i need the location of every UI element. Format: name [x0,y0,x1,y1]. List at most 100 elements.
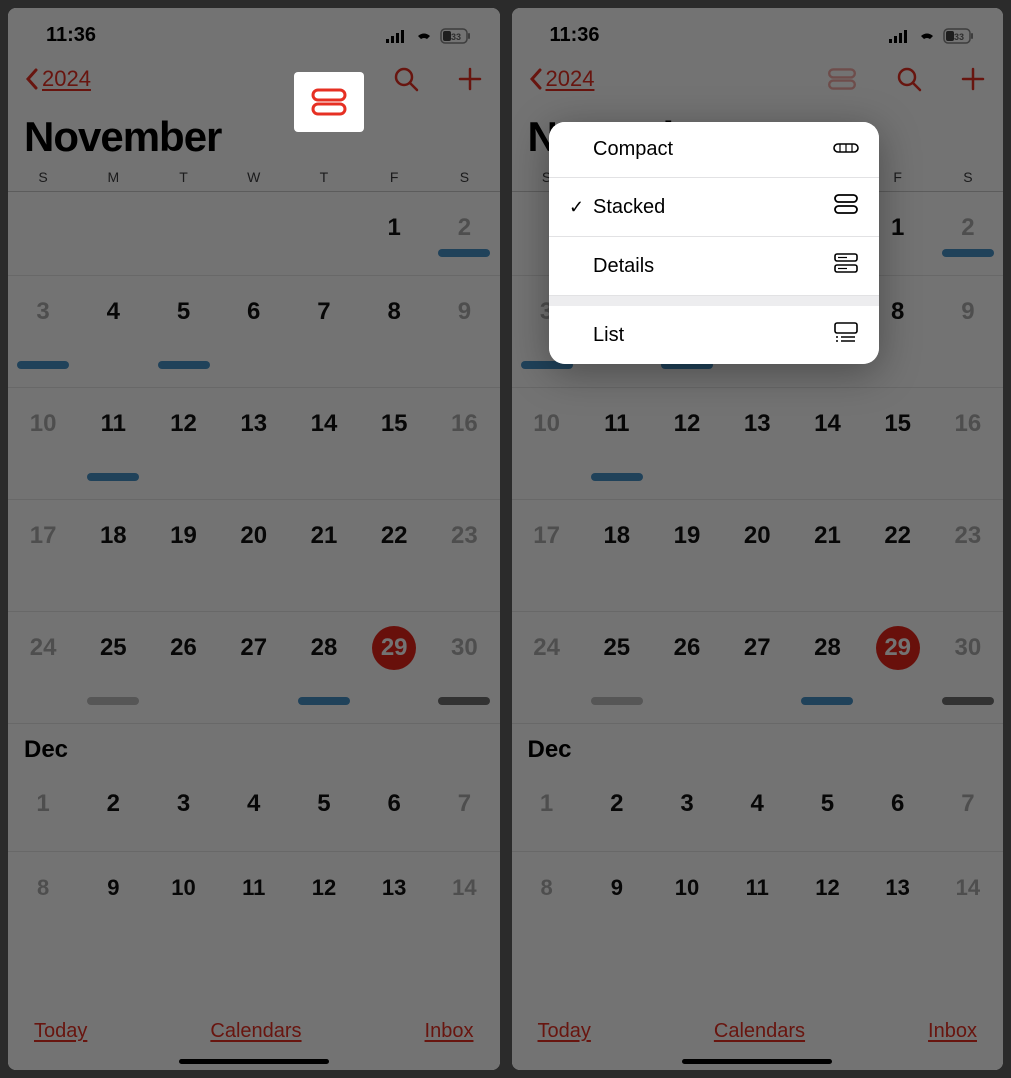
calendar-day[interactable]: 12 [652,388,722,499]
stacked-view-icon[interactable] [309,87,349,117]
calendar-day[interactable]: 12 [289,852,359,910]
calendar-day[interactable]: 4 [722,768,792,851]
search-icon[interactable] [895,65,923,93]
calendar-day[interactable]: 13 [219,388,289,499]
calendar-day[interactable]: 11 [722,852,792,910]
calendar-day[interactable]: 14 [933,852,1003,910]
calendar-day[interactable]: 10 [148,852,218,910]
calendar-day[interactable]: 30 [429,612,499,723]
calendar-day[interactable]: 15 [863,388,933,499]
calendar-day[interactable]: 14 [792,388,862,499]
calendar-day[interactable]: 3 [8,276,78,387]
calendar-day[interactable]: 14 [429,852,499,910]
calendar-day[interactable]: 7 [289,276,359,387]
back-year-button[interactable]: 2024 [24,66,91,92]
calendar-day[interactable]: 6 [219,276,289,387]
calendar-day[interactable]: 1 [512,768,582,851]
calendar-day[interactable]: 8 [512,852,582,910]
calendars-button[interactable]: Calendars [210,1020,301,1043]
calendar-day[interactable]: 29 [359,612,429,723]
calendar-day[interactable]: 16 [933,388,1003,499]
calendar-day[interactable]: 4 [219,768,289,851]
calendar-day[interactable]: 20 [722,500,792,611]
calendar-day[interactable]: 11 [78,388,148,499]
calendar-day[interactable]: 5 [792,768,862,851]
calendar-day[interactable]: 9 [582,852,652,910]
calendar-day[interactable]: 27 [219,612,289,723]
calendar-day[interactable]: 3 [148,768,218,851]
calendar-day[interactable]: 2 [933,192,1003,275]
calendar-day[interactable]: 27 [722,612,792,723]
calendar-day[interactable]: 19 [652,500,722,611]
calendar-day[interactable]: 12 [148,388,218,499]
calendar-day[interactable]: 26 [148,612,218,723]
calendar-day[interactable]: 22 [863,500,933,611]
calendar-day[interactable]: 2 [78,768,148,851]
calendar-day[interactable]: 21 [289,500,359,611]
add-icon[interactable] [456,65,484,93]
search-icon[interactable] [392,65,420,93]
calendar-day[interactable] [219,192,289,275]
calendar-day[interactable]: 15 [359,388,429,499]
calendar-day[interactable]: 10 [512,388,582,499]
calendar-day[interactable]: 13 [863,852,933,910]
calendar-day[interactable]: 1 [8,768,78,851]
calendar-day[interactable]: 13 [722,388,792,499]
home-indicator[interactable] [682,1059,832,1064]
calendar-day[interactable]: 20 [219,500,289,611]
calendar-day[interactable]: 8 [359,276,429,387]
calendar-day[interactable] [78,192,148,275]
calendar-day[interactable]: 7 [933,768,1003,851]
calendar-day[interactable]: 14 [289,388,359,499]
stacked-view-icon[interactable] [825,67,859,91]
calendar-day[interactable]: 23 [429,500,499,611]
calendar-day[interactable]: 9 [933,276,1003,387]
calendar-day[interactable]: 7 [429,768,499,851]
calendar-day[interactable]: 25 [582,612,652,723]
calendar-day[interactable]: 2 [429,192,499,275]
calendar-day[interactable]: 18 [582,500,652,611]
calendar-day[interactable]: 30 [933,612,1003,723]
calendar-day[interactable]: 29 [863,612,933,723]
calendar-day[interactable]: 9 [429,276,499,387]
calendar-day[interactable]: 10 [652,852,722,910]
calendar-day[interactable]: 28 [792,612,862,723]
calendar-day[interactable]: 18 [78,500,148,611]
calendar-day[interactable] [289,192,359,275]
calendar-day[interactable]: 2 [582,768,652,851]
calendar-day[interactable]: 25 [78,612,148,723]
calendar-day[interactable]: 28 [289,612,359,723]
calendar-day[interactable] [148,192,218,275]
calendar-day[interactable]: 23 [933,500,1003,611]
add-icon[interactable] [959,65,987,93]
menu-item-stacked[interactable]: ✓ Stacked [549,178,879,237]
calendar-day[interactable]: 22 [359,500,429,611]
inbox-button[interactable]: Inbox [425,1020,474,1043]
calendar-day[interactable]: 11 [219,852,289,910]
calendar-day[interactable]: 3 [652,768,722,851]
calendar-day[interactable]: 13 [359,852,429,910]
calendar-day[interactable]: 1 [359,192,429,275]
calendar-day[interactable]: 17 [512,500,582,611]
calendar-day[interactable]: 12 [792,852,862,910]
menu-item-details[interactable]: Details [549,237,879,296]
calendar-day[interactable]: 5 [289,768,359,851]
calendar-day[interactable]: 5 [148,276,218,387]
calendar-day[interactable]: 9 [78,852,148,910]
home-indicator[interactable] [179,1059,329,1064]
calendar-day[interactable]: 10 [8,388,78,499]
menu-item-compact[interactable]: Compact [549,122,879,178]
calendar-day[interactable]: 6 [863,768,933,851]
calendar-day[interactable]: 4 [78,276,148,387]
calendars-button[interactable]: Calendars [714,1020,805,1043]
calendar-day[interactable]: 26 [652,612,722,723]
calendar-day[interactable]: 8 [8,852,78,910]
back-year-button[interactable]: 2024 [528,66,595,92]
calendar-day[interactable]: 11 [582,388,652,499]
today-button[interactable]: Today [538,1020,591,1043]
calendar-day[interactable] [8,192,78,275]
calendar-day[interactable]: 21 [792,500,862,611]
calendar-day[interactable]: 17 [8,500,78,611]
calendar-day[interactable]: 6 [359,768,429,851]
today-button[interactable]: Today [34,1020,87,1043]
